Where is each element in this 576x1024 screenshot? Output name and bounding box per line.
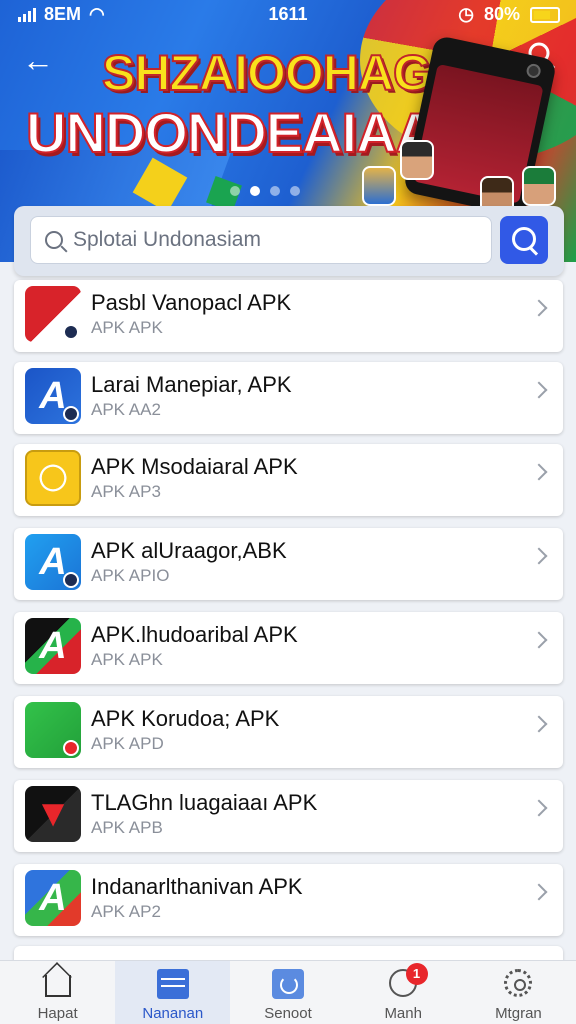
chevron-right-icon: [530, 799, 548, 817]
app-name: APK Msodaiaral APK: [91, 454, 298, 479]
character-avatar: [522, 166, 556, 206]
refresh-icon: [272, 969, 304, 999]
banner-title-line1: SHZAIOOHAGA: [101, 44, 468, 102]
app-name: Indanarlthanivan APK: [91, 874, 303, 899]
search-placeholder: Splotai Undonasiam: [73, 228, 261, 251]
search-input[interactable]: Splotai Undonasiam: [30, 216, 492, 264]
app-subtitle: APK APIO: [91, 566, 170, 585]
banner-title-line2: UNDONDEAIAA: [25, 100, 437, 165]
character-avatar: [362, 166, 396, 206]
tab-calendar[interactable]: Nananan: [115, 961, 231, 1024]
search-bar: Splotai Undonasiam: [14, 206, 564, 276]
app-name: Larai Manepiar, APK: [91, 372, 292, 397]
status-bar: 8ЕМ ◠ 1611 ◷ 80%: [0, 0, 576, 28]
list-item[interactable]: APK Msodaiaral APK APK AP3: [14, 444, 563, 516]
list-item[interactable]: APK Korudoa; APK APK APD: [14, 696, 563, 768]
tab-label: Mtgran: [495, 1005, 542, 1022]
tab-label: Manh: [384, 1005, 422, 1022]
notification-badge: 1: [405, 963, 428, 985]
app-name: Pasbl Vanopacl APK: [91, 290, 292, 315]
app-subtitle: APK AP2: [91, 902, 161, 921]
tab-settings[interactable]: Mtgran: [461, 961, 576, 1024]
back-arrow-icon[interactable]: ←: [18, 40, 58, 80]
carousel-indicator[interactable]: [230, 186, 300, 196]
magnifier-icon: [45, 231, 63, 249]
app-name: TLAGhn luagaiaaı APK: [91, 790, 318, 815]
tab-label: Senoot: [264, 1005, 312, 1022]
chevron-right-icon: [530, 715, 548, 733]
app-subtitle: APK APK: [91, 650, 163, 669]
calendar-icon: [156, 969, 189, 999]
chevron-right-icon: [530, 463, 548, 481]
app-name: APK alUraagor,ABK: [91, 538, 287, 563]
chevron-right-icon: [530, 883, 548, 901]
tab-refresh[interactable]: Senoot: [230, 961, 345, 1024]
home-icon: [44, 975, 71, 997]
app-subtitle: APK APD: [91, 734, 164, 753]
battery-percent: 80%: [483, 4, 520, 24]
green-app-icon: [25, 702, 81, 758]
list-item[interactable]: A Larai Manepiar, APK APK AA2: [14, 362, 563, 434]
dark-multicolor-app-icon: A: [25, 618, 81, 674]
list-item[interactable]: A APK alUraagor,ABK APK APIO: [14, 528, 563, 600]
battery-icon: [530, 6, 560, 23]
app-subtitle: APK AP3: [91, 482, 161, 501]
character-avatar: [400, 140, 434, 180]
app-name: APK.lhudoaribal APK: [91, 622, 298, 647]
bottom-nav: Hapat Nananan Senoot 1 Manh Mtgran: [0, 960, 576, 1024]
list-item[interactable]: A APK.lhudoaribal APK APK APK: [14, 612, 563, 684]
tab-label: Nananan: [142, 1005, 204, 1022]
yellow-emblem-app-icon: [25, 450, 81, 506]
chevron-right-icon: [530, 547, 548, 565]
app-name: APK Korudoa; APK: [91, 706, 280, 731]
tab-label: Hapat: [37, 1005, 78, 1022]
chevron-right-icon: [530, 299, 548, 317]
list-item[interactable]: ▼ TLAGhn luagaiaaı APK APK APB: [14, 780, 563, 852]
chevron-right-icon: [530, 631, 548, 649]
chevron-right-icon: [530, 381, 548, 399]
red-white-app-icon: [25, 286, 81, 342]
list-item[interactable]: A Indanarlthanivan APK APK AP2: [14, 864, 563, 936]
app-subtitle: APK APK: [91, 318, 163, 337]
gear-icon: [504, 969, 533, 997]
app-subtitle: APK AA2: [91, 400, 161, 419]
tab-home[interactable]: Hapat: [0, 961, 115, 1024]
list-item[interactable]: Pasbl Vanopacl APK APK APK: [14, 280, 563, 352]
app-subtitle: APK APB: [91, 818, 163, 837]
light-blue-a-app-icon: A: [25, 534, 81, 590]
blue-a-app-icon: A: [25, 368, 81, 424]
alarm-icon: ◷: [458, 4, 474, 24]
tab-chat[interactable]: 1 Manh: [346, 961, 461, 1024]
black-colorful-app-icon: ▼: [25, 786, 81, 842]
search-button[interactable]: [500, 216, 548, 264]
gradient-a-app-icon: A: [25, 870, 81, 926]
